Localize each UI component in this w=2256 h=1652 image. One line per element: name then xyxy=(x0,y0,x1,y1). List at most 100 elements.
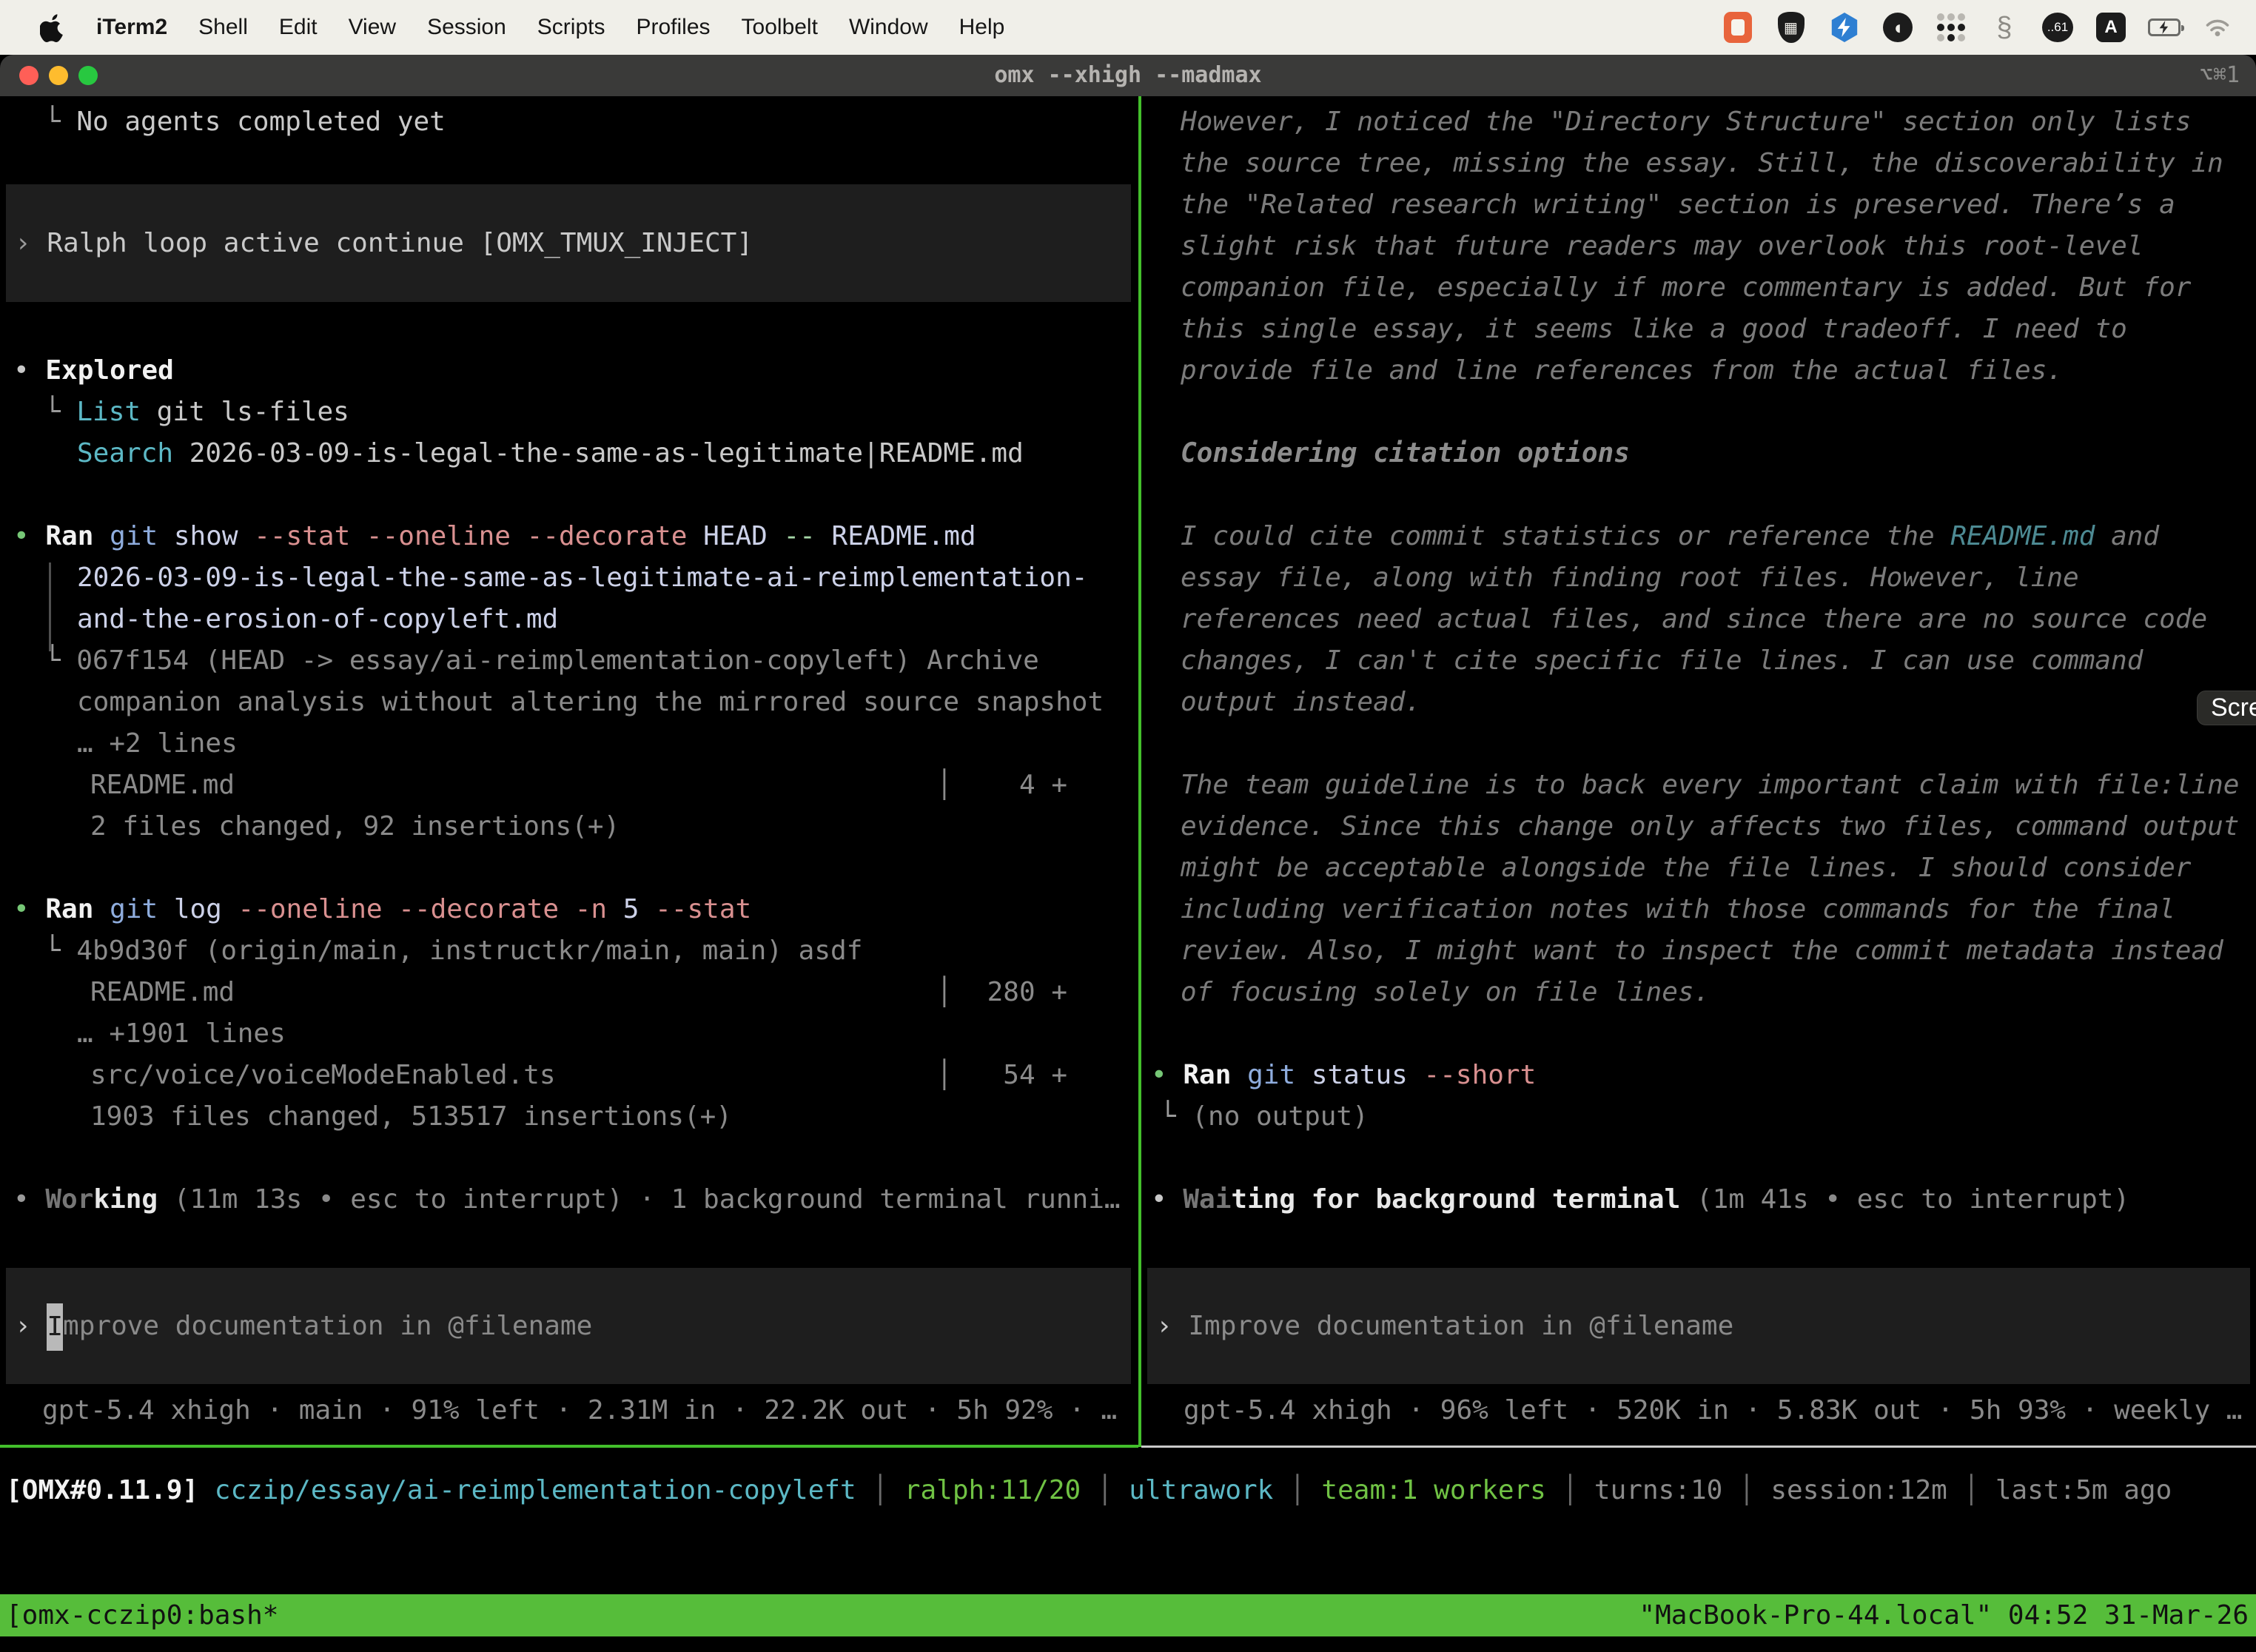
commit-line: companion analysis without altering the … xyxy=(0,682,1138,723)
menu-item-shell[interactable]: Shell xyxy=(198,15,248,40)
shield-icon[interactable]: ▦ xyxy=(1775,11,1807,44)
tree-corner-glyph: └ xyxy=(44,645,76,676)
git-show-output-line: 2026-03-09-is-legal-the-same-as-legitima… xyxy=(0,557,1138,599)
readme-file-reference: README.md xyxy=(1950,521,2095,551)
chat-bubble-icon[interactable] xyxy=(1722,11,1754,44)
tmux-status-bar: [omx-cczip0:bash* "MacBook-Pro-44.local" … xyxy=(0,1594,2256,1636)
bolt-hexagon-icon[interactable] xyxy=(1828,11,1861,44)
menu-item-help[interactable]: Help xyxy=(959,15,1005,40)
omx-status-line: [OMX#0.11.9] cczip/essay/ai-reimplementa… xyxy=(0,1470,2256,1511)
tree-corner-glyph: └ xyxy=(44,936,76,966)
pane-divider[interactable] xyxy=(1138,96,1141,1447)
battery-icon[interactable] xyxy=(2148,11,2181,44)
right-session-status: gpt-5.4 xhigh · 96% left · 520K in · 5.8… xyxy=(1141,1390,2256,1431)
tmux-host-clock: "MacBook-Pro-44.local" 04:52 31-Mar-26 xyxy=(1639,1594,2249,1636)
bullet-icon: • xyxy=(13,355,30,386)
ran-git-show-line: • Ran git show --stat --oneline --decora… xyxy=(0,516,1138,557)
ran-git-log-line: • Ran git log --oneline --decorate -n 5 … xyxy=(0,889,1138,930)
working-status-line: • Working (11m 13s • esc to interrupt) ·… xyxy=(0,1179,1138,1220)
terminal-body: └ No agents completed yet › Ralph loop a… xyxy=(0,96,2256,1652)
ralph-loop-banner: › Ralph loop active continue [OMX_TMUX_I… xyxy=(6,184,1131,302)
omx-team-counter: team:1 workers xyxy=(1321,1475,1545,1505)
diffstat-summary: 1903 files changed, 513517 insertions(+) xyxy=(0,1096,1138,1138)
bullet-icon: • xyxy=(1151,1184,1167,1215)
menu-status-icons: ▦ ◖ § ..61 A xyxy=(1722,0,2234,55)
more-lines-indicator: … +1901 lines xyxy=(0,1013,1138,1055)
tmux-session-window: [omx-cczip0:bash* xyxy=(6,1600,278,1631)
diffstat-line: src/voice/voiceModeEnabled.ts│54 + xyxy=(0,1055,1138,1096)
thinking-paragraph-line: this single essay, it seems like a good … xyxy=(1141,309,2256,350)
text-cursor: I xyxy=(47,1303,63,1351)
commit-line: └ 067f154 (HEAD -> essay/ai-reimplementa… xyxy=(0,640,1138,682)
squiggle-icon[interactable]: § xyxy=(1988,11,2021,44)
thinking-paragraph-line: I could cite commit statistics or refere… xyxy=(1141,516,2256,557)
chevron-prompt-icon: › xyxy=(6,228,47,258)
omx-ralph-counter: ralph:11/20 xyxy=(904,1475,1081,1505)
thinking-paragraph-line: essay file, along with finding root file… xyxy=(1141,557,2256,599)
thinking-paragraph-line: However, I noticed the "Directory Struct… xyxy=(1141,101,2256,143)
omx-session-timer: session:12m xyxy=(1770,1475,1947,1505)
waiting-status-line: • Waiting for background terminal (1m 41… xyxy=(1141,1179,2256,1220)
diffstat-summary: 2 files changed, 92 insertions(+) xyxy=(0,806,1138,847)
omx-mode-label: ultrawork xyxy=(1129,1475,1273,1505)
ran-git-status-line: • Ran git status --short xyxy=(1141,1055,2256,1096)
thinking-paragraph-line: The team guideline is to back every impo… xyxy=(1141,765,2256,806)
left-pane-bottom-border xyxy=(0,1445,1138,1448)
window-title-bar: omx --xhigh --madmax ⌥⌘1 xyxy=(0,55,2256,96)
right-prompt-input[interactable]: › Improve documentation in @filename xyxy=(1147,1268,2250,1384)
more-lines-indicator: … +2 lines xyxy=(0,723,1138,765)
left-session-status: gpt-5.4 xhigh · main · 91% left · 2.31M … xyxy=(0,1390,1138,1431)
apple-logo-icon[interactable] xyxy=(40,13,65,42)
screen-share-tooltip[interactable]: Scre xyxy=(2197,691,2256,725)
thinking-paragraph-line: output instead. xyxy=(1141,682,2256,723)
thinking-paragraph-line: the "Related research writing" section i… xyxy=(1141,184,2256,226)
menu-item-view[interactable]: View xyxy=(349,15,396,40)
wifi-icon[interactable] xyxy=(2201,11,2234,44)
window-title: omx --xhigh --madmax xyxy=(0,55,2256,96)
tree-corner-glyph: └ xyxy=(44,107,76,137)
crescent-circle-icon[interactable]: ◖ xyxy=(1881,11,1914,44)
chevron-prompt-icon: › xyxy=(1147,1311,1188,1341)
menu-item-toolbelt[interactable]: Toolbelt xyxy=(742,15,818,40)
left-prompt-input[interactable]: › Improve documentation in @filename xyxy=(6,1268,1131,1384)
menu-item-window[interactable]: Window xyxy=(849,15,928,40)
menu-item-scripts[interactable]: Scripts xyxy=(537,15,605,40)
explored-header: • Explored xyxy=(0,350,1138,392)
dots-grid-icon[interactable] xyxy=(1935,11,1967,44)
chevron-prompt-icon: › xyxy=(6,1311,47,1341)
thinking-paragraph-line: review. Also, I might want to inspect th… xyxy=(1141,930,2256,972)
menu-item-edit[interactable]: Edit xyxy=(279,15,318,40)
window-shortcut-badge: ⌥⌘1 xyxy=(2200,55,2240,96)
thinking-paragraph-line: companion file, especially if more comme… xyxy=(1141,267,2256,309)
menu-item-app[interactable]: iTerm2 xyxy=(96,15,167,40)
omx-last-activity: last:5m ago xyxy=(1995,1475,2172,1505)
left-agent-pane[interactable]: └ No agents completed yet › Ralph loop a… xyxy=(0,96,1138,1445)
thinking-heading: Considering citation options xyxy=(1141,433,2256,474)
diffstat-line: README.md│4 + xyxy=(0,765,1138,806)
right-pane-bottom-border xyxy=(1141,1446,2256,1448)
right-agent-pane[interactable]: However, I noticed the "Directory Struct… xyxy=(1141,96,2256,1445)
bullet-icon: • xyxy=(13,894,30,924)
git-show-output-line: and-the-erosion-of-copyleft.md xyxy=(0,599,1138,640)
menu-item-session[interactable]: Session xyxy=(427,15,506,40)
explored-search-line: Search 2026-03-09-is-legal-the-same-as-l… xyxy=(0,433,1138,474)
tree-corner-glyph: └ xyxy=(44,397,76,427)
letter-a-badge-icon[interactable]: A xyxy=(2095,11,2127,44)
no-output-line: └ (no output) xyxy=(1141,1096,2256,1138)
thinking-paragraph-line: the source tree, missing the essay. Stil… xyxy=(1141,143,2256,184)
thinking-paragraph-line: might be acceptable alongside the file l… xyxy=(1141,847,2256,889)
bullet-icon: • xyxy=(13,1184,30,1215)
diffstat-line: README.md│280 + xyxy=(0,972,1138,1013)
omx-branch-path: cczip/essay/ai-reimplementation-copyleft xyxy=(215,1475,856,1505)
thinking-paragraph-line: including verification notes with those … xyxy=(1141,889,2256,930)
omx-turns-counter: turns:10 xyxy=(1594,1475,1722,1505)
menu-item-profiles[interactable]: Profiles xyxy=(636,15,710,40)
bullet-icon: • xyxy=(1151,1060,1167,1090)
bullet-icon: • xyxy=(13,521,30,551)
thinking-paragraph-line: changes, I can't cite specific file line… xyxy=(1141,640,2256,682)
badge-61-icon[interactable]: ..61 xyxy=(2041,11,2074,44)
no-agents-line: └ No agents completed yet xyxy=(0,101,1138,143)
macos-menu-bar: iTerm2 Shell Edit View Session Scripts P… xyxy=(0,0,2256,55)
commit-line: └ 4b9d30f (origin/main, instructkr/main,… xyxy=(0,930,1138,972)
tree-corner-glyph: └ xyxy=(1160,1101,1192,1132)
